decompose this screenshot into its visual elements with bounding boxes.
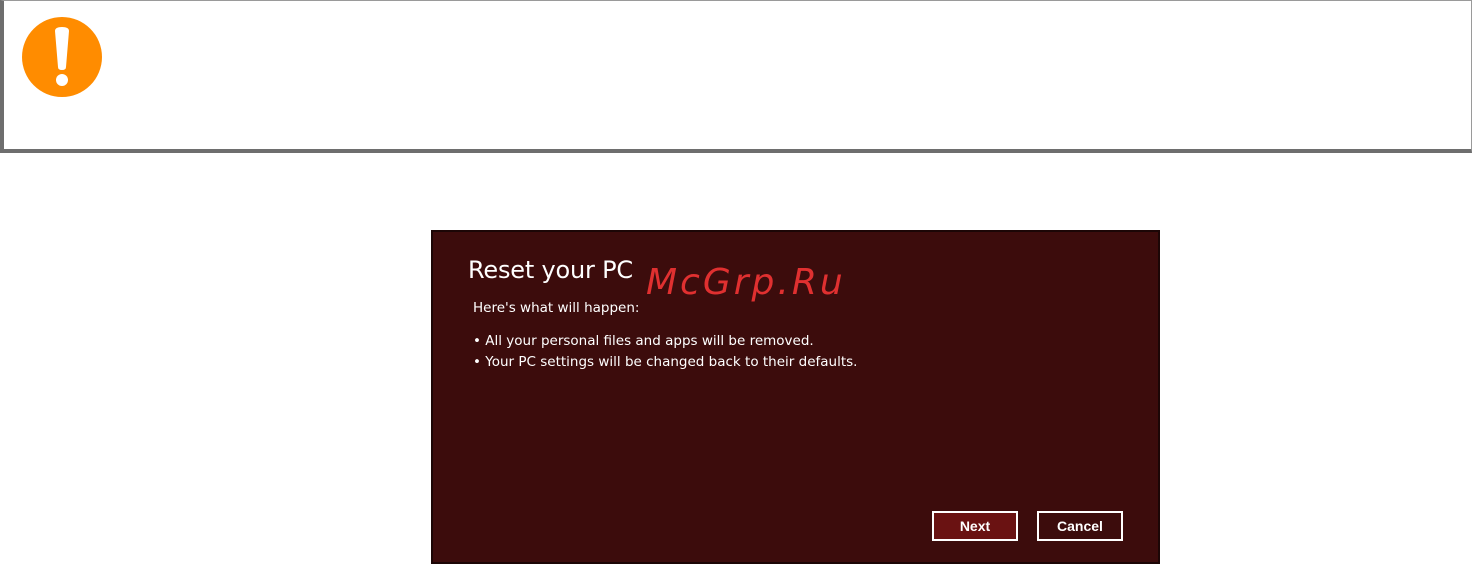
exclamation-icon [22, 17, 102, 97]
bullet-list: All your personal files and apps will be… [473, 331, 857, 373]
watermark: McGrp.Ru [646, 262, 846, 303]
next-button[interactable]: Next [932, 511, 1018, 541]
dialog-intro: Here's what will happen: [473, 300, 640, 316]
dialog-title: Reset your PC [468, 256, 633, 284]
bullet-item: Your PC settings will be changed back to… [473, 352, 857, 373]
cancel-button[interactable]: Cancel [1037, 511, 1123, 541]
reset-pc-dialog: Reset your PC McGrp.Ru Here's what will … [431, 230, 1160, 564]
bullet-item: All your personal files and apps will be… [473, 331, 857, 352]
page: Reset your PC McGrp.Ru Here's what will … [0, 0, 1476, 564]
warning-box [0, 0, 1472, 153]
